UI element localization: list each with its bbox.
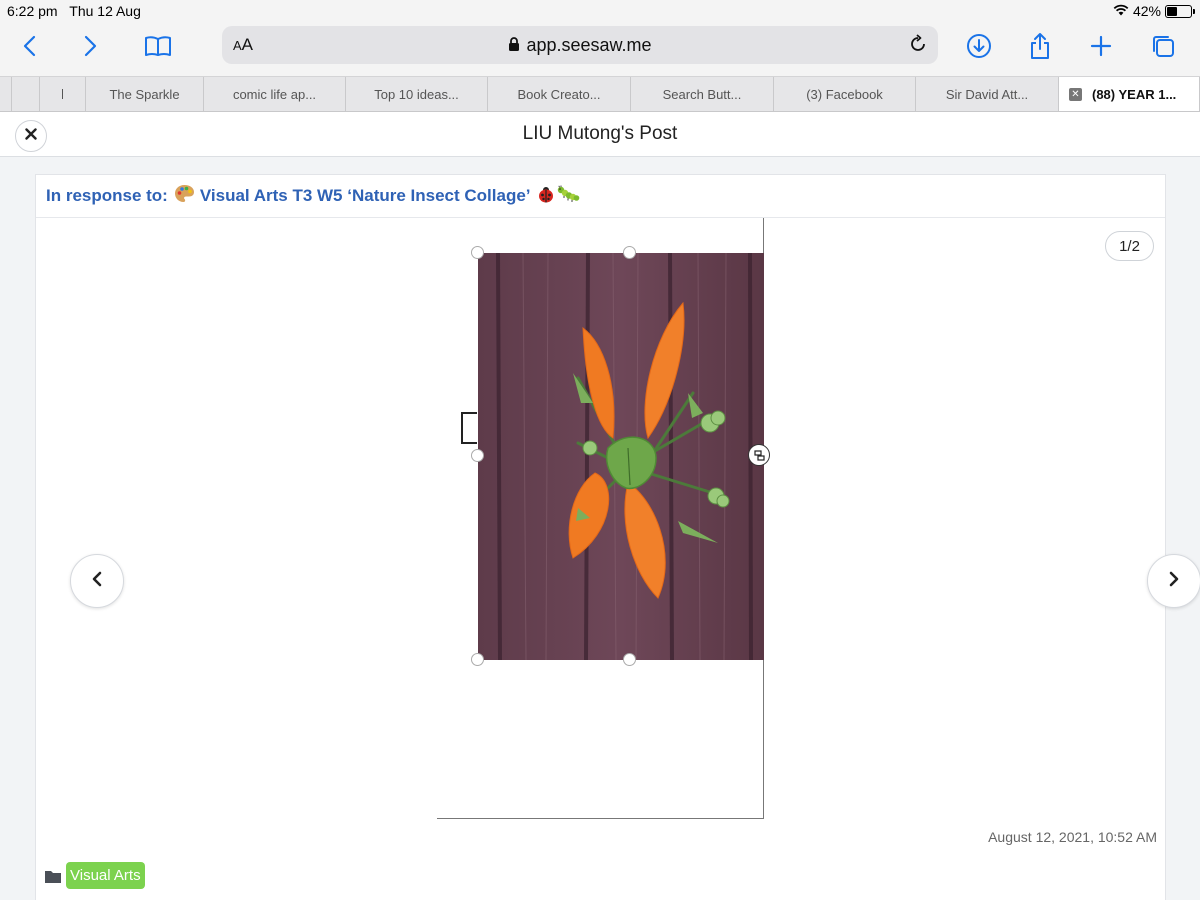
address-bar[interactable]: AA app.seesaw.me — [222, 26, 938, 64]
tabs-overview-icon[interactable] — [1145, 30, 1181, 62]
resize-handle-top-center[interactable] — [623, 246, 636, 259]
next-page-button[interactable] — [1147, 554, 1200, 608]
back-icon[interactable] — [11, 30, 47, 62]
tab-blank[interactable] — [40, 77, 86, 111]
tab-strip: The Sparkle comic life ap... Top 10 idea… — [0, 76, 1200, 112]
tab-year-1[interactable]: ✕ (88) YEAR 1... — [1059, 77, 1200, 111]
share-icon[interactable] — [1022, 30, 1058, 62]
post-canvas — [437, 218, 770, 819]
crop-icon[interactable] — [748, 444, 770, 466]
insect-collage-photo — [478, 253, 764, 660]
download-icon[interactable] — [961, 30, 997, 62]
post-timestamp: August 12, 2021, 10:52 AM — [988, 829, 1157, 845]
tab-search-button[interactable]: Search Butt... — [631, 77, 774, 111]
close-tab-icon[interactable]: ✕ — [1069, 87, 1082, 101]
tab-book-creator[interactable]: Book Creato... — [488, 77, 631, 111]
chevron-left-icon — [91, 571, 103, 592]
response-label: In response to: — [46, 186, 168, 205]
caterpillar-icon — [556, 185, 580, 208]
seesaw-page: LIU Mutong's Post In response to: Visual… — [0, 112, 1200, 900]
folder-icon — [44, 869, 62, 889]
resize-handle-bottom-center[interactable] — [623, 653, 636, 666]
previous-page-button[interactable] — [70, 554, 124, 608]
status-right: 42% — [1113, 3, 1195, 19]
resize-handle-top-left[interactable] — [471, 246, 484, 259]
post-header: LIU Mutong's Post — [0, 112, 1200, 157]
chevron-right-icon — [1168, 571, 1180, 592]
wifi-icon — [1113, 3, 1129, 19]
post-title: LIU Mutong's Post — [522, 123, 678, 144]
battery-icon — [1165, 4, 1195, 18]
battery-percent: 42% — [1132, 3, 1161, 19]
resize-handle-middle-left[interactable] — [471, 449, 484, 462]
forward-icon[interactable] — [73, 30, 109, 62]
activity-title: Visual Arts T3 W5 ‘Nature Insect Collage… — [199, 186, 531, 205]
tab-comic-life[interactable]: comic life ap... — [204, 77, 346, 111]
reload-icon[interactable] — [908, 34, 928, 59]
resize-handle-bottom-left[interactable] — [471, 653, 484, 666]
page-counter: 1/2 — [1105, 231, 1154, 261]
drag-handle[interactable] — [461, 412, 477, 444]
url-text: app.seesaw.me — [526, 35, 652, 55]
bookmarks-icon[interactable] — [140, 30, 176, 62]
tab-pinned-1[interactable] — [0, 77, 12, 111]
palette-icon — [174, 184, 195, 208]
tab-pinned-2[interactable] — [12, 77, 40, 111]
status-time: 6:22 pm Thu 12 Aug — [7, 3, 141, 19]
tab-sir-david[interactable]: Sir David Att... — [916, 77, 1059, 111]
folder-tag[interactable]: Visual Arts — [66, 862, 145, 889]
ladybug-icon — [537, 185, 555, 208]
response-link[interactable]: In response to: Visual Arts T3 W5 ‘Natur… — [46, 184, 580, 208]
tab-top-10-ideas[interactable]: Top 10 ideas... — [346, 77, 488, 111]
status-bar: 6:22 pm Thu 12 Aug 42% — [0, 0, 1200, 22]
post-card: In response to: Visual Arts T3 W5 ‘Natur… — [35, 174, 1200, 900]
browser-toolbar: AA app.seesaw.me — [0, 22, 1200, 76]
lock-icon — [508, 36, 520, 57]
tab-the-sparkle[interactable]: The Sparkle — [86, 77, 204, 111]
new-tab-icon[interactable] — [1083, 30, 1119, 62]
tab-facebook[interactable]: (3) Facebook — [774, 77, 916, 111]
